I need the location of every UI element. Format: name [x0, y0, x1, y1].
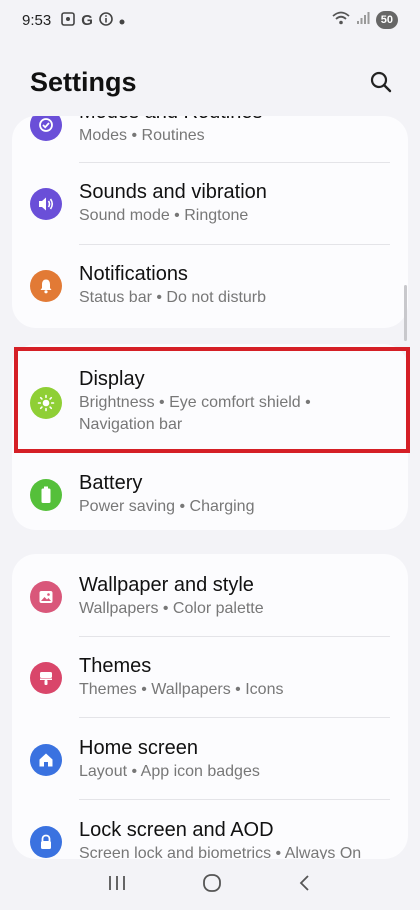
settings-item-themes[interactable]: Themes Themes • Wallpapers • Icons: [12, 653, 408, 717]
status-bar: 9:53 G 50: [0, 0, 420, 40]
home-button-icon[interactable]: [201, 872, 223, 899]
page-title: Settings: [30, 66, 137, 97]
settings-item-sounds[interactable]: Sounds and vibration Sound mode • Ringto…: [12, 179, 408, 243]
item-subtitle: Layout • App icon badges: [79, 763, 260, 780]
item-subtitle: Status bar • Do not disturb: [79, 289, 267, 306]
recent-apps-icon[interactable]: [107, 874, 127, 897]
item-subtitle: Sound mode • Ringtone: [79, 207, 249, 224]
item-title: Wallpaper and style: [79, 574, 254, 596]
lock-icon: [30, 826, 62, 858]
item-title: Lock screen and AOD: [79, 819, 274, 841]
header: Settings: [30, 62, 396, 102]
battery-level: 50: [375, 11, 398, 29]
wifi-icon: [332, 11, 350, 29]
item-title: Sounds and vibration: [79, 181, 267, 203]
item-subtitle: Power saving • Charging: [79, 498, 255, 515]
sound-icon: [30, 188, 62, 220]
wallpaper-icon: [30, 581, 62, 613]
signal-icon: [356, 11, 370, 29]
highlight-box: [14, 347, 410, 453]
divider: [79, 244, 390, 245]
settings-item-wallpaper[interactable]: Wallpaper and style Wallpapers • Color p…: [12, 572, 408, 636]
modes-routines-icon: [30, 116, 62, 141]
item-title: Themes: [79, 655, 152, 677]
divider: [79, 636, 390, 637]
settings-card-1: Modes and Routines Modes • Routines Soun…: [12, 116, 408, 328]
item-subtitle: Themes • Wallpapers • Icons: [79, 681, 284, 698]
item-subtitle: Modes • Routines: [79, 127, 205, 144]
navigation-bar: [0, 860, 420, 910]
settings-card-3: Wallpaper and style Wallpapers • Color p…: [12, 554, 408, 859]
item-title: Battery: [79, 472, 143, 494]
item-title: Modes and Routines: [79, 116, 262, 125]
divider: [79, 717, 390, 718]
item-title: Home screen: [79, 737, 198, 759]
back-icon[interactable]: [297, 873, 313, 898]
search-icon[interactable]: [366, 67, 396, 97]
info-icon: [99, 11, 113, 29]
divider: [79, 162, 390, 163]
settings-item-notifications[interactable]: Notifications Status bar • Do not distur…: [12, 261, 408, 325]
divider: [79, 799, 390, 800]
home-icon: [30, 744, 62, 776]
settings-item-home-screen[interactable]: Home screen Layout • App icon badges: [12, 735, 408, 799]
status-time: 9:53: [22, 11, 52, 29]
settings-item-modes-routines[interactable]: Modes and Routines Modes • Routines: [12, 116, 408, 161]
battery-icon: [30, 479, 62, 511]
screenshot-icon: [61, 11, 76, 29]
themes-icon: [30, 662, 62, 694]
item-subtitle: Screen lock and biometrics • Always On: [79, 845, 362, 859]
item-subtitle: Wallpapers • Color palette: [79, 600, 264, 617]
dot-icon: [119, 13, 125, 28]
item-title: Notifications: [79, 263, 188, 285]
settings-item-lock-screen[interactable]: Lock screen and AOD Screen lock and biom…: [12, 817, 408, 859]
scrollbar[interactable]: [404, 285, 407, 341]
settings-item-battery[interactable]: Battery Power saving • Charging: [12, 470, 408, 530]
bell-icon: [30, 270, 62, 302]
google-icon: G: [81, 11, 93, 29]
